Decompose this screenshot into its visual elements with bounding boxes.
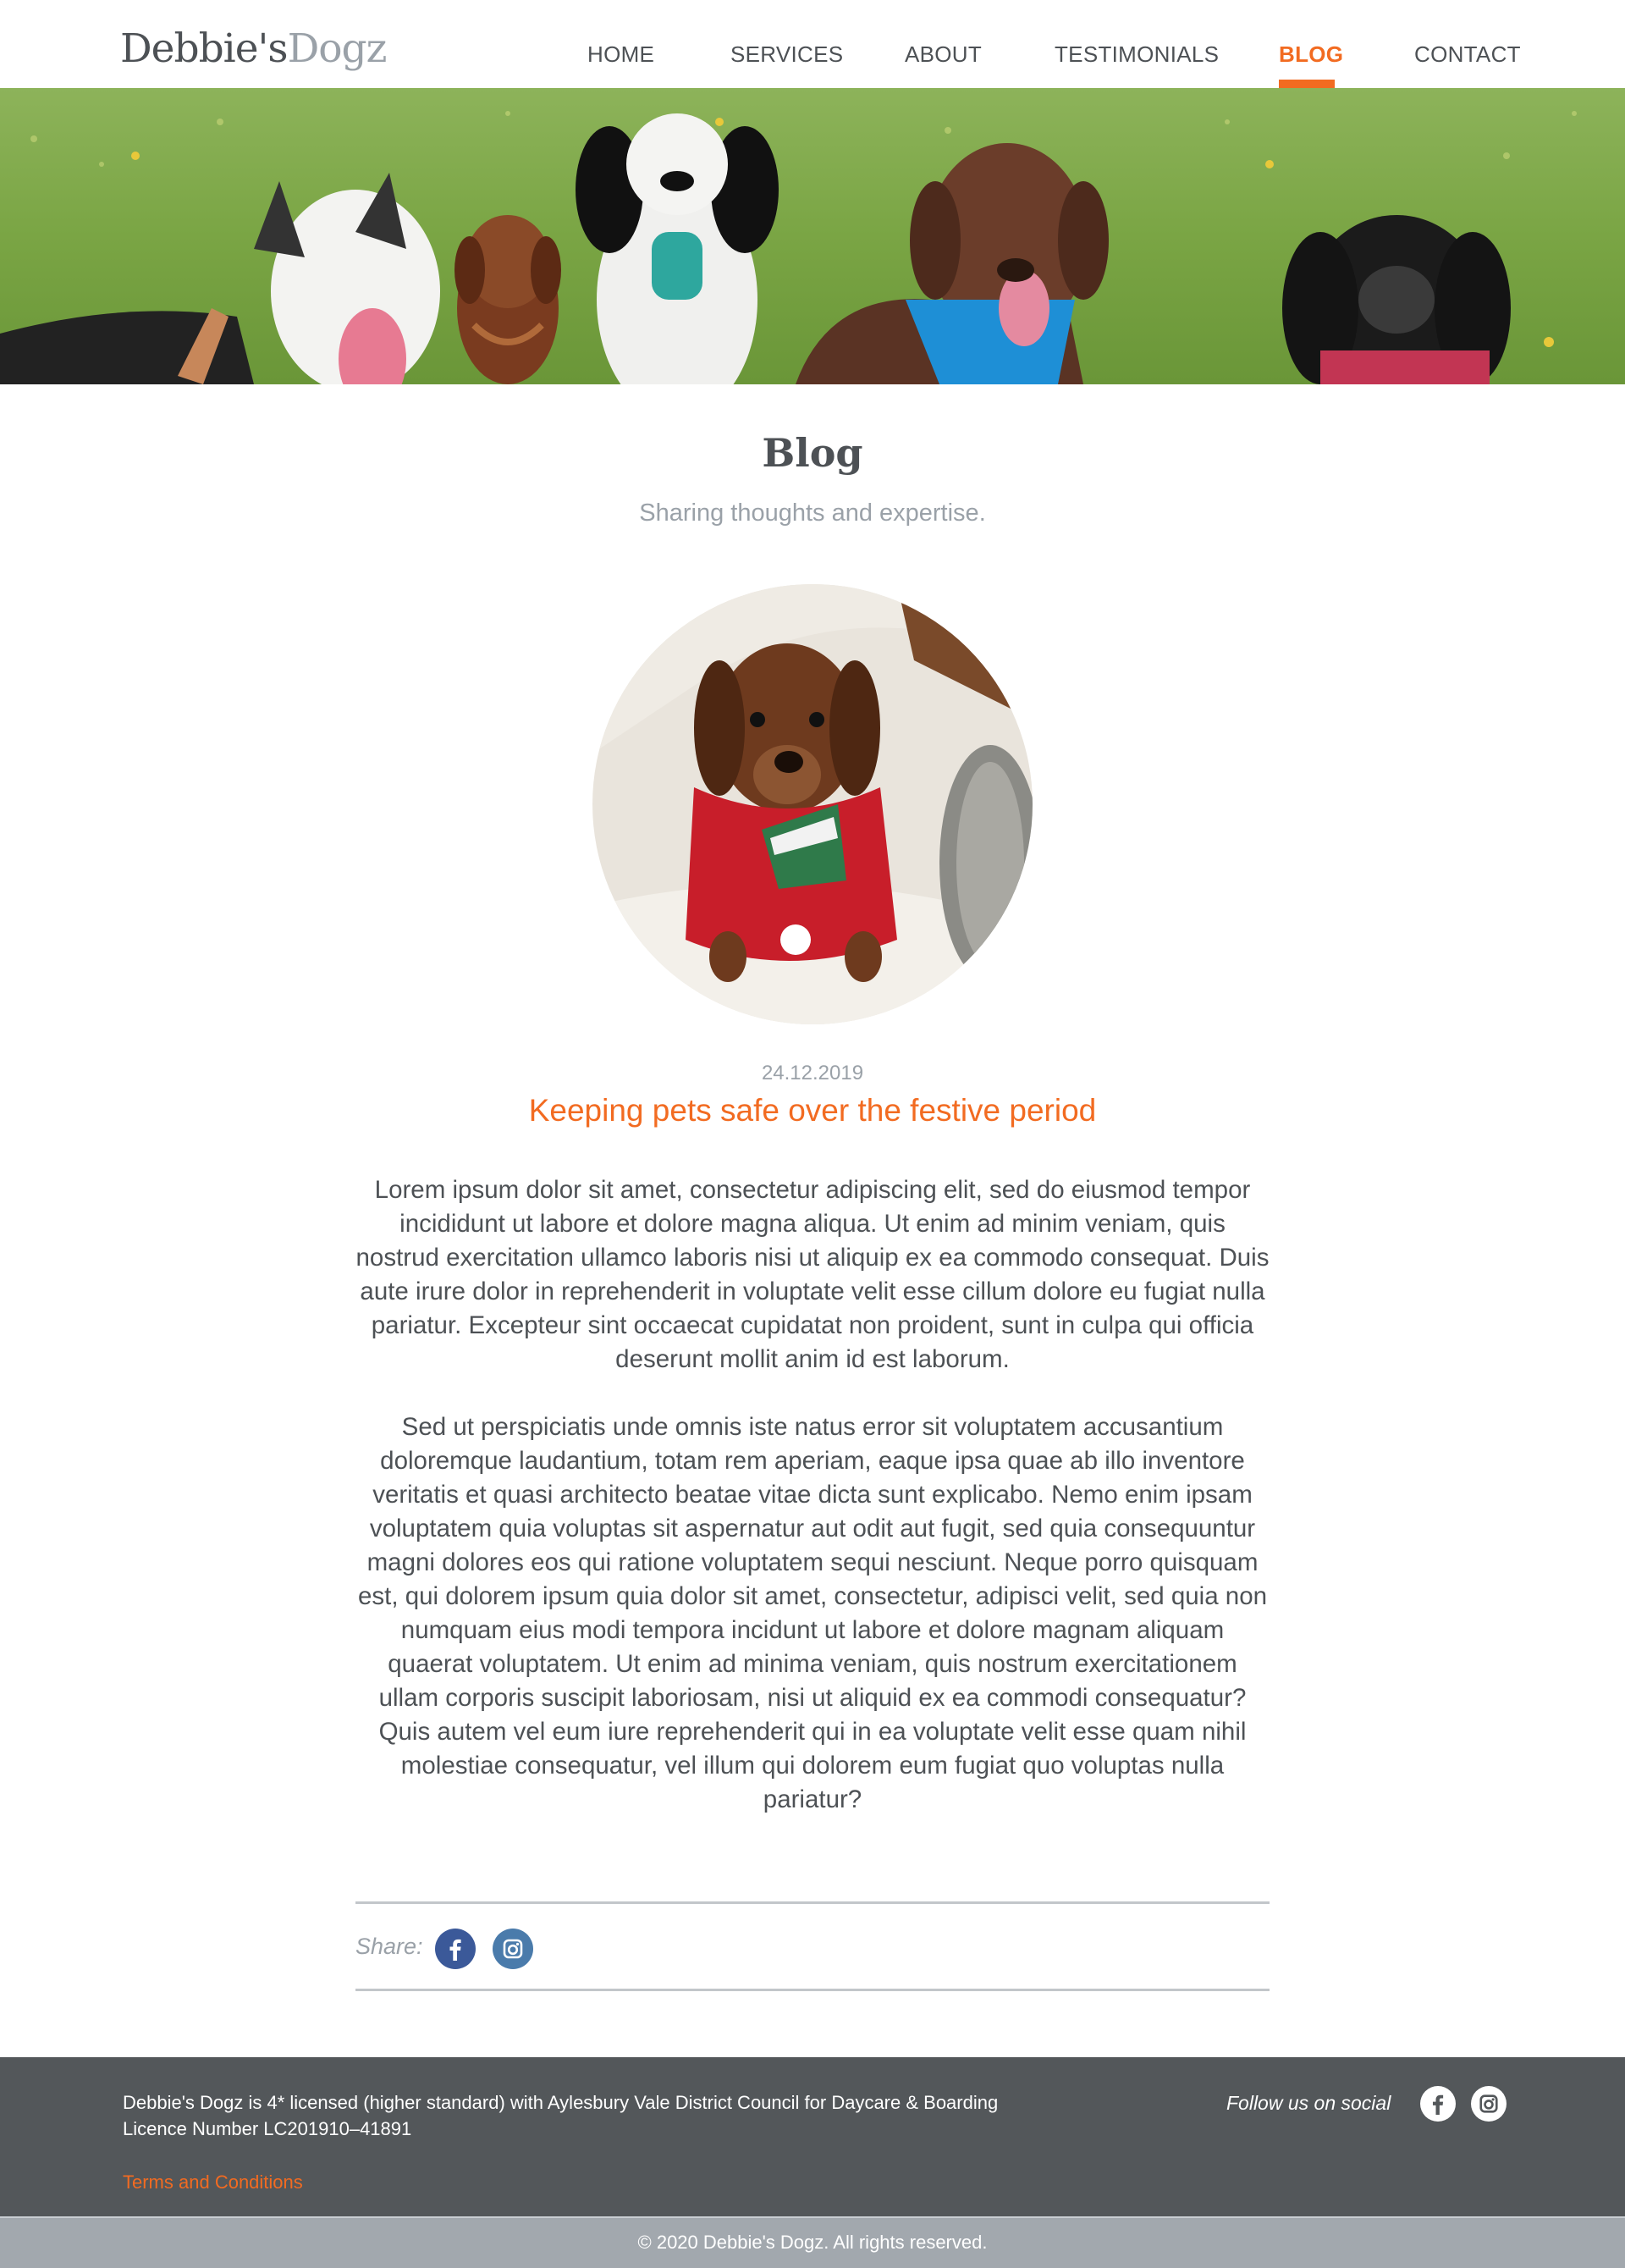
nav-item-blog[interactable]: BLOG <box>1279 41 1343 68</box>
post-paragraph: Lorem ipsum dolor sit amet, consectetur … <box>355 1176 1270 1373</box>
page-subtitle: Sharing thoughts and expertise. <box>639 499 986 527</box>
post-featured-image[interactable] <box>592 584 1033 1024</box>
active-nav-indicator <box>1279 80 1335 88</box>
facebook-icon <box>1432 2094 1444 2115</box>
nav-item-contact[interactable]: CONTACT <box>1414 41 1521 68</box>
site-header: Debbie'sDogz HOME SERVICES ABOUT TESTIMO… <box>0 0 1625 88</box>
share-bar: Share: <box>355 1901 1270 1991</box>
licence-number: Licence Number LC201910–41891 <box>123 2118 412 2139</box>
post-paragraph: Sed ut perspiciatis unde omnis iste natu… <box>357 1413 1268 1813</box>
instagram-icon <box>1479 2094 1498 2113</box>
copyright-text: © 2020 Debbie's Dogz. All rights reserve… <box>637 2232 988 2253</box>
instagram-icon <box>503 1939 523 1959</box>
nav-item-home[interactable]: HOME <box>587 41 654 68</box>
share-label: Share: <box>355 1934 423 1959</box>
main-nav: HOME SERVICES ABOUT TESTIMONIALS BLOG CO… <box>0 0 1625 88</box>
nav-item-testimonials[interactable]: TESTIMONIALS <box>1055 41 1219 68</box>
dogs-on-grass-illustration <box>0 88 1625 384</box>
page-title: Blog <box>762 430 863 476</box>
footer-facebook-icon[interactable] <box>1420 2086 1456 2122</box>
nav-item-services[interactable]: SERVICES <box>730 41 843 68</box>
facebook-icon <box>449 1939 461 1961</box>
footer-instagram-icon[interactable] <box>1471 2086 1507 2122</box>
share-instagram-icon[interactable] <box>493 1929 533 1969</box>
licence-info: Debbie's Dogz is 4* licensed (higher sta… <box>123 2089 998 2142</box>
post-title-link[interactable]: Keeping pets safe over the festive perio… <box>0 1090 1625 1131</box>
copyright-bar: © 2020 Debbie's Dogz. All rights reserve… <box>0 2216 1625 2268</box>
share-facebook-icon[interactable] <box>435 1929 476 1969</box>
licence-statement: Debbie's Dogz is 4* licensed (higher sta… <box>123 2092 999 2113</box>
site-footer: Debbie's Dogz is 4* licensed (higher sta… <box>0 2057 1625 2216</box>
nav-item-about[interactable]: ABOUT <box>905 41 982 68</box>
terms-link[interactable]: Terms and Conditions <box>123 2170 303 2195</box>
post-body: Lorem ipsum dolor sit amet, consectetur … <box>355 1173 1270 1851</box>
post-date: 24.12.2019 <box>761 1062 864 1084</box>
hero-banner-image <box>0 88 1625 384</box>
dachshund-in-christmas-jumper-illustration <box>592 584 1033 1024</box>
follow-label: Follow us on social <box>1226 2092 1391 2114</box>
